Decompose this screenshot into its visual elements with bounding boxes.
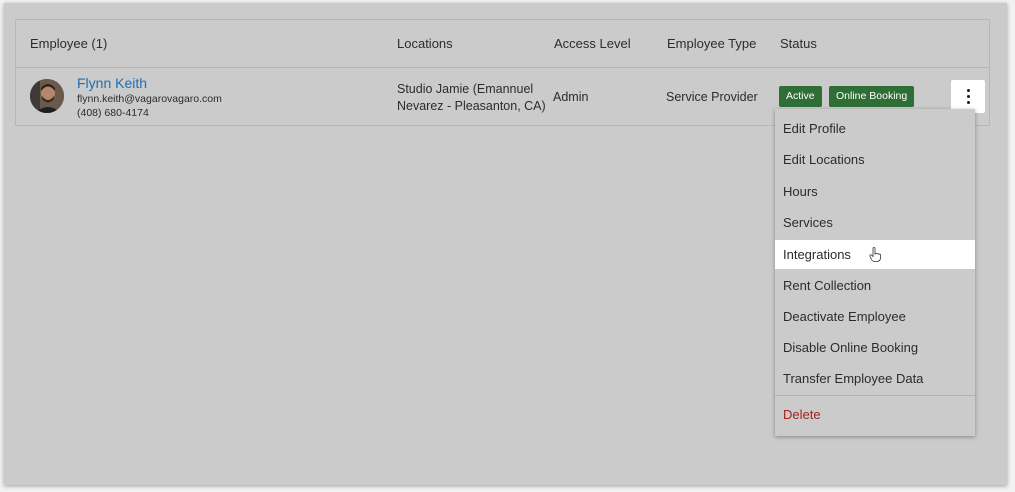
- header-employee[interactable]: Employee (1): [30, 36, 107, 51]
- menu-item-hours[interactable]: Hours: [775, 177, 975, 206]
- menu-item-edit-profile[interactable]: Edit Profile: [775, 114, 975, 143]
- kebab-dot-icon: [966, 89, 970, 92]
- header-locations[interactable]: Locations: [397, 36, 453, 51]
- hand-cursor-icon: [869, 247, 881, 262]
- menu-item-disable-online-booking[interactable]: Disable Online Booking: [775, 333, 975, 362]
- employee-type-value: Service Provider: [666, 90, 758, 104]
- menu-divider: [775, 395, 975, 396]
- actions-dropdown-menu: Edit Profile Edit Locations Hours Servic…: [775, 109, 975, 436]
- status-badge-online-booking: Online Booking: [829, 86, 915, 107]
- table-header: Employee (1) Locations Access Level Empl…: [16, 20, 989, 68]
- menu-item-services[interactable]: Services: [775, 208, 975, 237]
- menu-item-edit-locations[interactable]: Edit Locations: [775, 145, 975, 174]
- status-badge-active: Active: [779, 86, 822, 107]
- menu-item-delete[interactable]: Delete: [775, 400, 975, 429]
- header-status[interactable]: Status: [780, 36, 817, 51]
- employee-phone: (408) 680-4174: [77, 107, 149, 119]
- avatar: [30, 79, 64, 113]
- employee-location: Studio Jamie (Emannuel Nevarez - Pleasan…: [397, 82, 546, 113]
- employee-name-link[interactable]: Flynn Keith: [77, 75, 147, 91]
- header-employee-type[interactable]: Employee Type: [667, 36, 756, 51]
- kebab-dot-icon: [966, 95, 970, 98]
- menu-item-deactivate-employee[interactable]: Deactivate Employee: [775, 302, 975, 331]
- access-level-value: Admin: [553, 90, 589, 104]
- menu-item-transfer-employee-data[interactable]: Transfer Employee Data: [775, 364, 975, 393]
- app-window: Employee (1) Locations Access Level Empl…: [4, 3, 1007, 485]
- kebab-dot-icon: [966, 101, 970, 104]
- menu-item-integrations-label: Integrations: [783, 247, 851, 262]
- header-access-level[interactable]: Access Level: [554, 36, 631, 51]
- menu-item-integrations[interactable]: Integrations: [775, 240, 975, 269]
- employee-email: flynn.keith@vagarovagaro.com: [77, 93, 222, 105]
- menu-item-rent-collection[interactable]: Rent Collection: [775, 271, 975, 300]
